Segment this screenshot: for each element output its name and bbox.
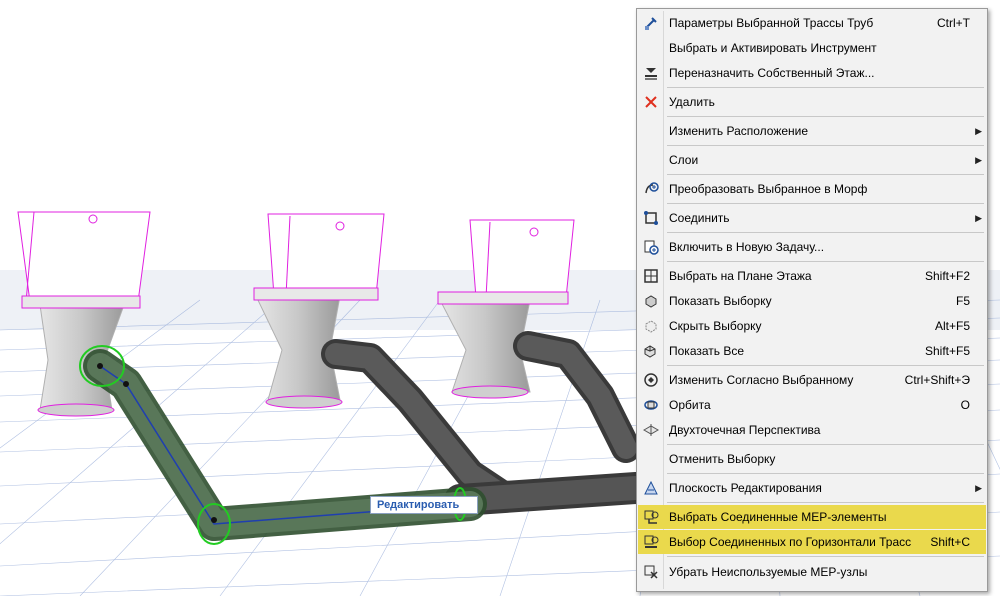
select-on-plan-icon bbox=[642, 267, 660, 285]
mep-connected-icon bbox=[642, 508, 660, 526]
menu-item-label: Переназначить Собственный Этаж... bbox=[669, 66, 875, 80]
submenu-arrow-icon: ▶ bbox=[975, 482, 982, 493]
menu-item-shortcut: Ctrl+T bbox=[937, 16, 970, 30]
two-point-perspective-icon bbox=[642, 421, 660, 439]
fit-selection-icon bbox=[642, 371, 660, 389]
menu-item-label: Удалить bbox=[669, 95, 715, 109]
menu-item-two-point-perspective[interactable]: Двухточечная Перспектива bbox=[638, 418, 986, 442]
menu-item-shortcut: Shift+C bbox=[930, 535, 970, 549]
submenu-arrow-icon: ▶ bbox=[975, 154, 982, 165]
mep-horizontal-icon bbox=[642, 533, 660, 551]
menu-item-shortcut: Shift+F2 bbox=[924, 269, 970, 283]
menu-item-label: Отменить Выборку bbox=[669, 452, 776, 466]
menu-item-shortcut: F5 bbox=[955, 294, 970, 308]
show-all-icon bbox=[642, 342, 660, 360]
menu-item-select-horizontal-routes[interactable]: Выбор Соединенных по Горизонтали Трасс S… bbox=[638, 530, 986, 554]
menu-item-shortcut: O bbox=[960, 398, 970, 412]
menu-separator bbox=[667, 232, 984, 233]
menu-item-editing-plane[interactable]: Плоскость Редактирования ▶ bbox=[638, 476, 986, 500]
submenu-arrow-icon: ▶ bbox=[975, 125, 982, 136]
menu-item-fit-to-selection[interactable]: Изменить Согласно Выбранному Ctrl+Shift+… bbox=[638, 368, 986, 392]
menu-item-label: Выбрать Соединенные MEP-элементы bbox=[669, 510, 887, 524]
menu-item-hide-selection[interactable]: Скрыть Выборку Alt+F5 bbox=[638, 314, 986, 338]
menu-separator bbox=[667, 203, 984, 204]
menu-item-select-connected-mep[interactable]: Выбрать Соединенные MEP-элементы bbox=[638, 505, 986, 529]
menu-item-label: Изменить Согласно Выбранному bbox=[669, 373, 854, 387]
menu-item-show-all[interactable]: Показать Все Shift+F5 bbox=[638, 339, 986, 363]
delete-icon bbox=[642, 93, 660, 111]
menu-item-pipe-settings[interactable]: Параметры Выбранной Трассы Труб Ctrl+T bbox=[638, 11, 986, 35]
menu-separator bbox=[667, 473, 984, 474]
menu-item-select-on-plan[interactable]: Выбрать на Плане Этажа Shift+F2 bbox=[638, 264, 986, 288]
menu-item-remove-unused-mep-nodes[interactable]: Убрать Неиспользуемые MEP-узлы bbox=[638, 560, 986, 584]
menu-item-shortcut: Shift+F5 bbox=[924, 344, 970, 358]
submenu-arrow-icon: ▶ bbox=[975, 212, 982, 223]
context-menu: Параметры Выбранной Трассы Труб Ctrl+T В… bbox=[636, 8, 988, 592]
menu-item-label: Параметры Выбранной Трассы Труб bbox=[669, 16, 874, 30]
menu-separator bbox=[667, 502, 984, 503]
menu-separator bbox=[667, 174, 984, 175]
menu-item-change-location[interactable]: Изменить Расположение ▶ bbox=[638, 119, 986, 143]
menu-separator bbox=[667, 261, 984, 262]
menu-item-label: Плоскость Редактирования bbox=[669, 481, 822, 495]
menu-item-label: Убрать Неиспользуемые MEP-узлы bbox=[669, 565, 868, 579]
editing-plane-icon bbox=[642, 479, 660, 497]
morph-icon bbox=[642, 180, 660, 198]
connect-icon bbox=[642, 209, 660, 227]
menu-item-label: Изменить Расположение bbox=[669, 124, 809, 138]
orbit-icon bbox=[642, 396, 660, 414]
story-icon bbox=[642, 64, 660, 82]
menu-item-connect[interactable]: Соединить ▶ bbox=[638, 206, 986, 230]
menu-item-label: Показать Выборку bbox=[669, 294, 772, 308]
menu-separator bbox=[667, 87, 984, 88]
edit-tooltip[interactable]: Редактировать bbox=[370, 496, 478, 514]
menu-item-label: Выбрать на Плане Этажа bbox=[669, 269, 812, 283]
menu-item-shortcut: Ctrl+Shift+Э bbox=[904, 373, 970, 387]
menu-item-new-task[interactable]: Включить в Новую Задачу... bbox=[638, 235, 986, 259]
menu-item-label: Соединить bbox=[669, 211, 730, 225]
menu-item-orbit[interactable]: Орбита O bbox=[638, 393, 986, 417]
menu-item-select-activate-tool[interactable]: Выбрать и Активировать Инструмент bbox=[638, 36, 986, 60]
menu-separator bbox=[667, 145, 984, 146]
new-task-icon bbox=[642, 238, 660, 256]
menu-item-label: Слои bbox=[669, 153, 699, 167]
mep-cleanup-icon bbox=[642, 563, 660, 581]
menu-item-convert-to-morph[interactable]: Преобразовать Выбранное в Морф bbox=[638, 177, 986, 201]
menu-separator bbox=[667, 556, 984, 557]
menu-item-shortcut: Alt+F5 bbox=[934, 319, 970, 333]
menu-item-show-selection[interactable]: Показать Выборку F5 bbox=[638, 289, 986, 313]
menu-item-label: Двухточечная Перспектива bbox=[669, 423, 821, 437]
menu-item-deselect[interactable]: Отменить Выборку bbox=[638, 447, 986, 471]
menu-item-label: Орбита bbox=[669, 398, 711, 412]
menu-item-reassign-story[interactable]: Переназначить Собственный Этаж... bbox=[638, 61, 986, 85]
pipe-settings-icon bbox=[642, 14, 660, 32]
menu-item-label: Выбор Соединенных по Горизонтали Трасс bbox=[669, 535, 912, 549]
show-selection-icon bbox=[642, 292, 660, 310]
menu-item-label: Включить в Новую Задачу... bbox=[669, 240, 825, 254]
hide-selection-icon bbox=[642, 317, 660, 335]
menu-item-delete[interactable]: Удалить bbox=[638, 90, 986, 114]
menu-item-label: Скрыть Выборку bbox=[669, 319, 762, 333]
menu-separator bbox=[667, 365, 984, 366]
menu-separator bbox=[667, 444, 984, 445]
menu-item-label: Показать Все bbox=[669, 344, 745, 358]
menu-separator bbox=[667, 116, 984, 117]
menu-item-layers[interactable]: Слои ▶ bbox=[638, 148, 986, 172]
menu-item-label: Выбрать и Активировать Инструмент bbox=[669, 41, 877, 55]
menu-item-label: Преобразовать Выбранное в Морф bbox=[669, 182, 868, 196]
